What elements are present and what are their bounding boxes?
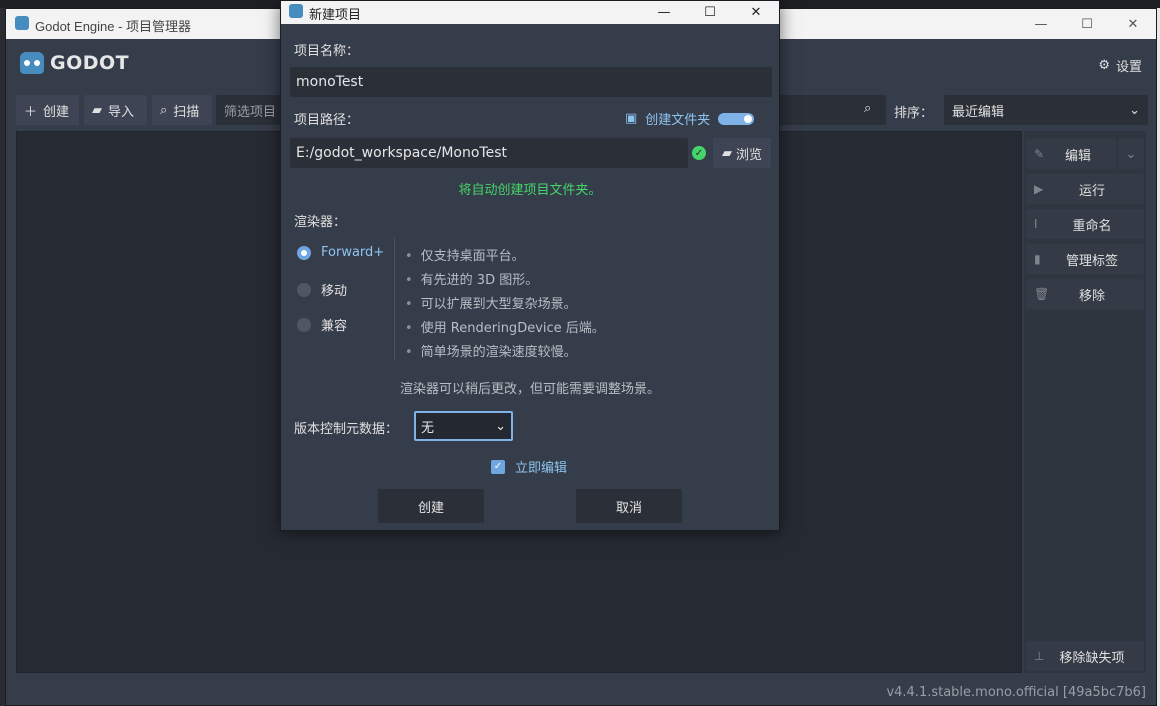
run-button[interactable]: ▶ 运行 <box>1026 174 1144 204</box>
remove-missing-button[interactable]: ⊥ 移除缺失项 <box>1026 641 1144 671</box>
import-project-button[interactable]: ▰ 导入 <box>84 95 147 125</box>
filter-search-icon: ⌕ <box>864 101 872 116</box>
edit-now-label: 立即编辑 <box>515 461 568 476</box>
main-window-title: Godot Engine - 项目管理器 <box>35 19 192 34</box>
remove-button[interactable]: 🗑 移除 <box>1026 279 1144 309</box>
renderer-option-label: Forward+ <box>321 245 385 260</box>
renderer-feature: 可以扩展到大型复杂场景。 <box>405 293 577 312</box>
cancel-button[interactable]: 取消 <box>576 489 682 523</box>
renderer-feature: 有先进的 3D 图形。 <box>405 269 539 288</box>
godot-logo: GODOT <box>20 52 129 74</box>
new-project-dialog: 新建项目 — ☐ ✕ 项目名称： monoTest 项目路径： ▣ 创建文件夹 … <box>280 0 780 531</box>
edit-icon: ✎ <box>1034 147 1045 161</box>
plus-icon: ＋ <box>24 104 38 120</box>
manage-tags-label: 管理标签 <box>1065 253 1118 269</box>
checkbox-checked-icon: ✓ <box>491 459 505 474</box>
tag-icon: ▮ <box>1034 252 1041 266</box>
create-folder-toggle[interactable]: ▣ 创建文件夹 <box>625 109 755 128</box>
project-path-input[interactable]: E:/godot_workspace/MonoTest <box>290 138 688 168</box>
dialog-titlebar: 新建项目 — ☐ ✕ <box>281 1 779 24</box>
renderer-option-label: 移动 <box>321 284 348 299</box>
godot-logo-icon <box>20 52 44 74</box>
settings-label: 设置 <box>1115 60 1142 75</box>
remove-label: 移除 <box>1078 288 1105 304</box>
renderer-option-forward[interactable]: Forward+ <box>297 245 384 260</box>
maximize-icon[interactable]: ☐ <box>687 1 733 24</box>
dialog-window-controls: — ☐ ✕ <box>641 1 779 24</box>
minimize-icon[interactable]: — <box>1018 9 1064 39</box>
main-window-controls: — ☐ ✕ <box>1018 9 1156 39</box>
remove-missing-label: 移除缺失项 <box>1059 650 1125 666</box>
renderer-option-label: 兼容 <box>321 319 348 334</box>
renderer-note: 渲染器可以稍后更改，但可能需要调整场景。 <box>399 382 660 397</box>
chevron-down-icon: ⌄ <box>495 418 506 434</box>
folder-icon: ▰ <box>92 102 102 118</box>
minimize-icon[interactable]: — <box>641 1 687 24</box>
play-icon: ▶ <box>1034 182 1044 196</box>
browse-label: 浏览 <box>735 147 762 163</box>
trash-icon: 🗑 <box>1034 287 1050 301</box>
run-label: 运行 <box>1078 183 1105 199</box>
search-icon: ⌕ <box>160 102 168 118</box>
text-cursor-icon: I <box>1034 217 1038 231</box>
project-actions-panel: ✎ 编辑 ⌄ ▶ 运行 I 重命名 ▮ 管理标签 🗑 移除 ⊥ 移除缺失项 <box>1024 131 1146 673</box>
renderer-feature: 使用 RenderingDevice 后端。 <box>405 317 605 336</box>
filter-placeholder: 筛选项目 <box>224 104 277 120</box>
rename-button[interactable]: I 重命名 <box>1026 209 1144 239</box>
renderer-feature: 仅支持桌面平台。 <box>405 245 525 264</box>
browse-button[interactable]: ▰ 浏览 <box>713 138 771 168</box>
auto-folder-message: 将自动创建项目文件夹。 <box>458 183 602 198</box>
godot-app-icon <box>15 16 29 30</box>
project-name-label: 项目名称： <box>294 44 360 59</box>
radio-icon <box>297 317 311 332</box>
manage-tags-button[interactable]: ▮ 管理标签 <box>1026 244 1144 274</box>
import-label: 导入 <box>108 104 135 120</box>
project-name-input[interactable]: monoTest <box>290 67 772 97</box>
radio-icon <box>297 282 311 297</box>
edit-label: 编辑 <box>1064 148 1091 164</box>
toggle-switch[interactable] <box>718 112 755 125</box>
check-circle-icon: ✓ <box>692 146 706 160</box>
create-button[interactable]: 创建 <box>378 489 484 523</box>
rename-label: 重命名 <box>1072 218 1112 234</box>
close-icon[interactable]: ✕ <box>733 1 779 24</box>
settings-button[interactable]: ⚙ 设置 <box>1098 56 1142 75</box>
dialog-title: 新建项目 <box>309 7 362 22</box>
create-project-button[interactable]: ＋ 创建 <box>16 95 79 125</box>
create-folder-icon: ▣ <box>625 111 638 126</box>
renderer-feature: 简单场景的渲染速度较慢。 <box>405 341 577 360</box>
create-label: 创建 <box>43 104 70 120</box>
edit-now-checkbox[interactable]: ✓ 立即编辑 <box>491 457 567 476</box>
chevron-down-icon: ⌄ <box>1129 102 1140 118</box>
radio-selected-icon <box>297 245 311 260</box>
renderer-option-compat[interactable]: 兼容 <box>297 315 347 334</box>
renderer-divider <box>394 238 395 360</box>
logo-text: GODOT <box>50 52 130 74</box>
create-folder-label: 创建文件夹 <box>645 113 711 128</box>
godot-app-icon <box>289 4 303 18</box>
vcs-label: 版本控制元数据： <box>294 422 399 437</box>
vcs-value: 无 <box>421 420 435 436</box>
version-label: v4.4.1.stable.mono.official [49a5bc7b6] <box>886 685 1146 700</box>
settings-icon: ⚙ <box>1098 58 1110 73</box>
close-icon[interactable]: ✕ <box>1110 9 1156 39</box>
renderer-option-mobile[interactable]: 移动 <box>297 280 347 299</box>
sort-label: 排序： <box>894 106 934 121</box>
sort-value: 最近编辑 <box>952 104 1005 120</box>
broom-icon: ⊥ <box>1034 649 1045 663</box>
maximize-icon[interactable]: ☐ <box>1064 9 1110 39</box>
edit-button[interactable]: ✎ 编辑 <box>1026 139 1116 169</box>
folder-icon: ▰ <box>721 145 732 161</box>
sort-select[interactable]: 最近编辑 ⌄ <box>944 95 1148 125</box>
scan-label: 扫描 <box>173 104 200 120</box>
vcs-select[interactable]: 无 ⌄ <box>414 411 513 441</box>
scan-button[interactable]: ⌕ 扫描 <box>152 95 212 125</box>
project-path-label: 项目路径： <box>294 113 360 128</box>
edit-dropdown-button[interactable]: ⌄ <box>1118 139 1144 169</box>
chevron-down-icon: ⌄ <box>1125 146 1137 162</box>
renderer-label: 渲染器： <box>294 215 347 230</box>
